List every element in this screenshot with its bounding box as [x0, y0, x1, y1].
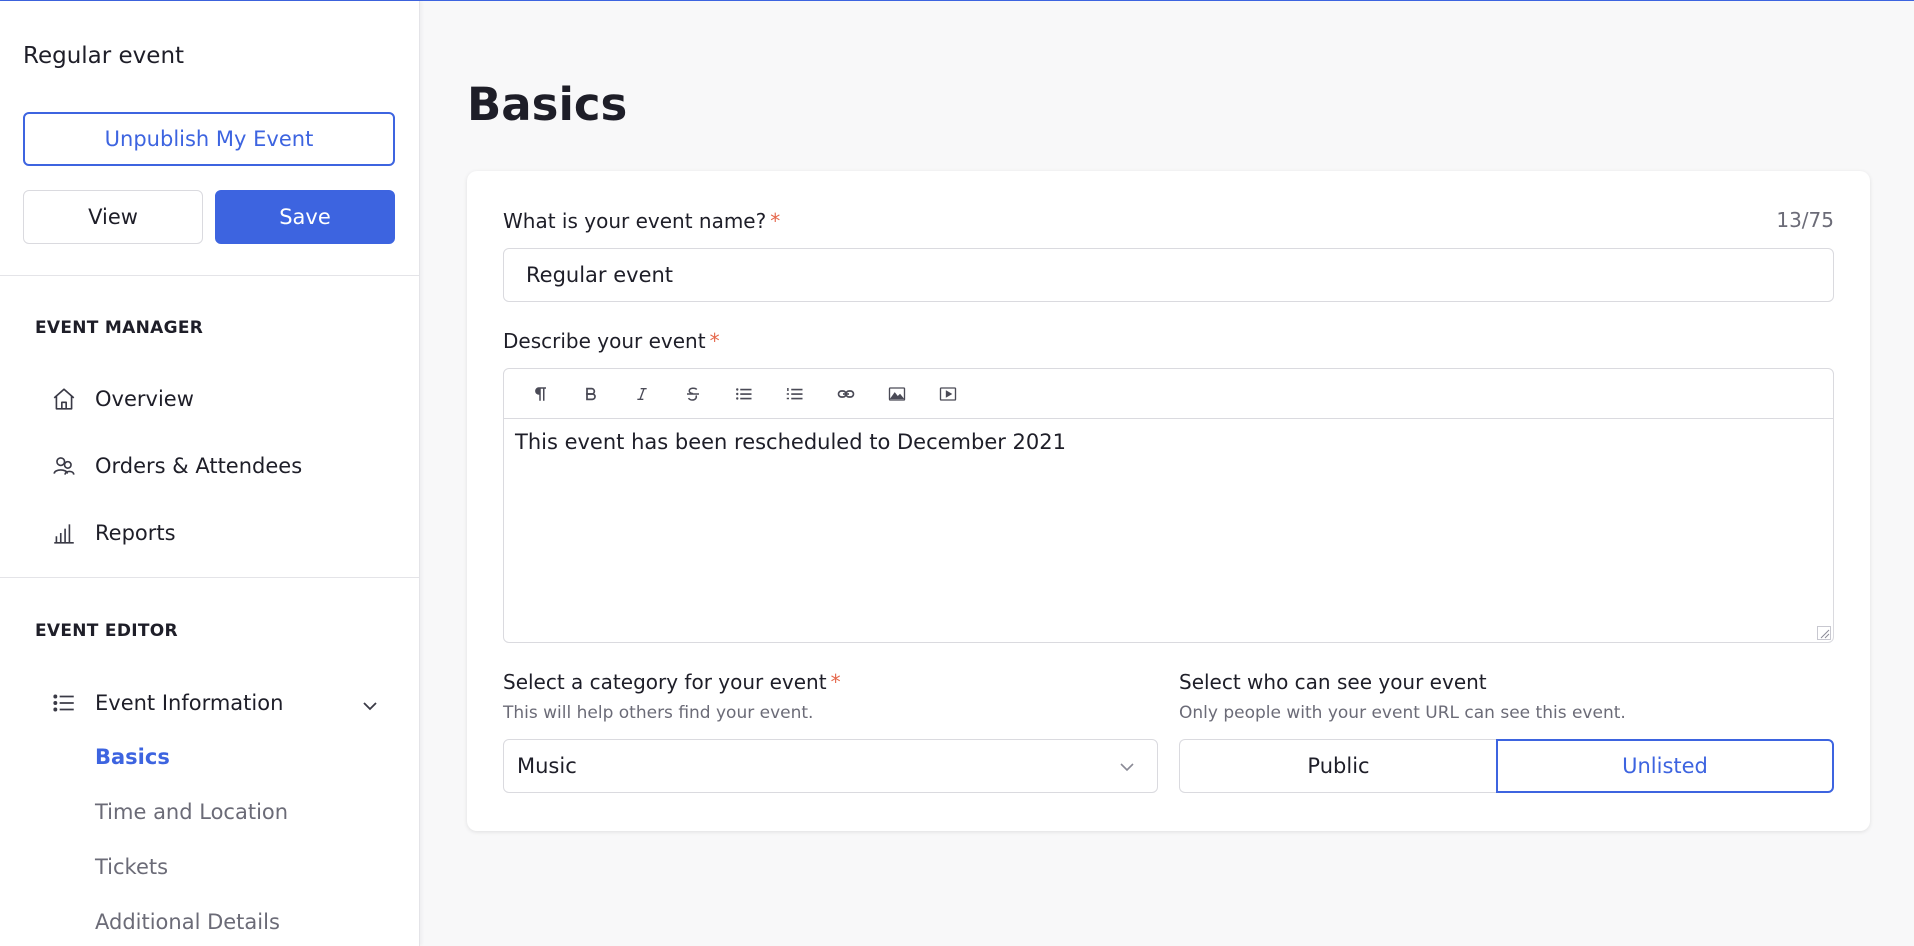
required-mark: *	[770, 209, 781, 233]
category-label: Select a category for your event *	[503, 670, 841, 694]
basics-card: What is your event name? * 13/75 Regular …	[467, 171, 1870, 831]
bullet-list-icon[interactable]	[718, 374, 769, 414]
sidebar-subitem-additional-details[interactable]: Additional Details	[95, 910, 280, 934]
sidebar-item-event-information[interactable]: Event Information	[50, 686, 283, 720]
sidebar-subitem-time-location[interactable]: Time and Location	[95, 800, 288, 824]
sidebar-item-orders-attendees[interactable]: Orders & Attendees	[50, 449, 302, 483]
required-mark: *	[830, 670, 841, 694]
describe-label: Describe your event *	[503, 329, 720, 353]
visibility-public-option[interactable]: Public	[1179, 739, 1497, 793]
home-icon	[50, 385, 78, 413]
visibility-hint: Only people with your event URL can see …	[1179, 703, 1626, 723]
sidebar: Regular event Unpublish My Event View Sa…	[0, 1, 420, 946]
chevron-down-icon[interactable]	[358, 694, 382, 718]
sidebar-item-label: Orders & Attendees	[95, 454, 303, 478]
list-icon	[50, 689, 78, 717]
video-icon[interactable]	[922, 374, 973, 414]
event-name-label: What is your event name? *	[503, 209, 780, 233]
sidebar-item-reports[interactable]: Reports	[50, 516, 176, 550]
numbered-list-icon[interactable]	[769, 374, 820, 414]
attendees-icon	[50, 452, 78, 480]
describe-label-text: Describe your event	[503, 329, 706, 353]
image-icon[interactable]	[871, 374, 922, 414]
paragraph-icon[interactable]	[514, 374, 565, 414]
bold-icon[interactable]	[565, 374, 616, 414]
category-hint: This will help others find your event.	[503, 703, 814, 723]
chevron-down-icon	[1120, 763, 1134, 772]
strikethrough-icon[interactable]	[667, 374, 718, 414]
sidebar-item-label: Reports	[95, 521, 176, 545]
sidebar-item-label: Overview	[95, 387, 194, 411]
event-title: Regular event	[23, 43, 185, 69]
visibility-unlisted-option[interactable]: Unlisted	[1496, 739, 1834, 793]
event-name-label-text: What is your event name?	[503, 209, 767, 233]
event-manager-heading: EVENT MANAGER	[35, 318, 204, 338]
resize-handle-icon[interactable]	[1817, 626, 1831, 640]
sidebar-divider	[0, 275, 420, 276]
bar-chart-icon	[50, 519, 78, 547]
link-icon[interactable]	[820, 374, 871, 414]
sidebar-subitem-tickets[interactable]: Tickets	[95, 855, 168, 879]
event-name-input[interactable]: Regular event	[503, 248, 1834, 302]
visibility-label: Select who can see your event	[1179, 670, 1487, 694]
category-select[interactable]: Music	[503, 739, 1158, 793]
description-text: This event has been rescheduled to Decem…	[515, 430, 1067, 454]
sidebar-item-label: Event Information	[95, 691, 284, 715]
sidebar-subitem-basics[interactable]: Basics	[95, 745, 170, 769]
description-editor[interactable]: This event has been rescheduled to Decem…	[503, 368, 1834, 643]
view-button[interactable]: View	[23, 190, 203, 244]
category-label-text: Select a category for your event	[503, 670, 827, 694]
editor-toolbar	[504, 369, 1833, 419]
page-title: Basics	[467, 78, 628, 131]
sidebar-divider	[0, 577, 420, 578]
italic-icon[interactable]	[616, 374, 667, 414]
sidebar-item-overview[interactable]: Overview	[50, 382, 194, 416]
unpublish-button[interactable]: Unpublish My Event	[23, 112, 395, 166]
required-mark: *	[709, 329, 720, 353]
save-button[interactable]: Save	[215, 190, 395, 244]
event-editor-heading: EVENT EDITOR	[35, 621, 178, 641]
name-char-counter: 13/75	[1776, 208, 1834, 232]
category-value: Music	[517, 754, 577, 778]
